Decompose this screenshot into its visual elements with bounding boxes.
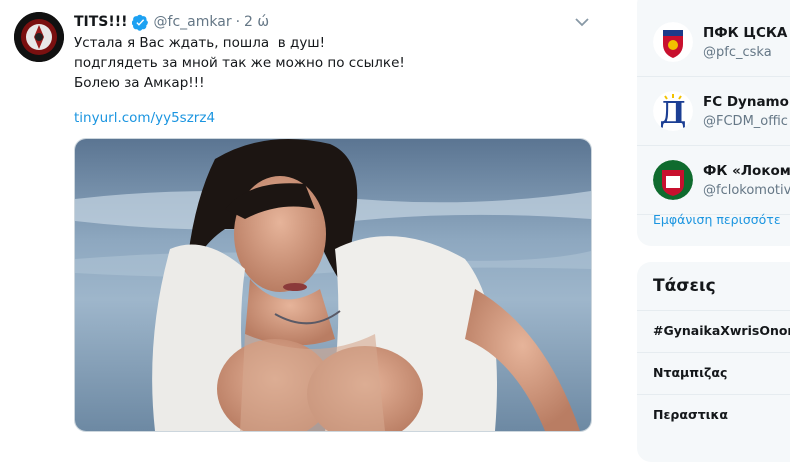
follow-suggestion[interactable]: ПФК ЦСКА @pfc_cska bbox=[637, 8, 790, 77]
verified-badge-icon bbox=[131, 14, 149, 31]
account-name: FC Dynamo bbox=[703, 94, 789, 110]
who-to-follow-card: ПФК ЦСКА @pfc_cska Д FC Dynamo @FCDM_off… bbox=[637, 0, 790, 246]
tweet-text: Устала я Вас ждать, пошла в душ! подгляд… bbox=[74, 33, 405, 93]
trends-card: Τάσεις #GynaikaXwrisOnor Νταμπιζας Περασ… bbox=[637, 262, 790, 462]
follow-suggestion[interactable]: Д FC Dynamo @FCDM_offic bbox=[637, 77, 790, 146]
account-handle: @pfc_cska bbox=[703, 45, 772, 60]
tweet-link[interactable]: tinyurl.com/yy5szrz4 bbox=[74, 110, 215, 126]
trend-label: Νταμπιζας bbox=[653, 365, 728, 380]
trend-label: #GynaikaXwrisOnor bbox=[653, 323, 790, 338]
svg-text:Д: Д bbox=[660, 96, 687, 131]
trend-item[interactable]: Νταμπιζας bbox=[637, 352, 790, 395]
tweet-media-image[interactable] bbox=[74, 138, 592, 432]
tweet-text-line: Устала я Вас ждать, пошла в душ! bbox=[74, 35, 326, 51]
trend-label: Περαστικα bbox=[653, 407, 729, 422]
tweet[interactable]: TITS!!! @fc_amkar · 2 ώ Устала я Вас жда… bbox=[0, 0, 606, 446]
dynamo-logo-icon: Д bbox=[653, 91, 693, 131]
account-name: ПФК ЦСКА bbox=[703, 25, 788, 41]
account-name: ФК «Локомо bbox=[703, 163, 790, 179]
trend-item[interactable]: #GynaikaXwrisOnor bbox=[637, 310, 790, 353]
tweet-text-line: Болею за Амкар!!! bbox=[74, 75, 205, 91]
lokomotiv-logo-icon bbox=[653, 160, 693, 200]
chevron-down-icon[interactable] bbox=[574, 14, 590, 28]
handle[interactable]: @fc_amkar bbox=[154, 14, 232, 30]
show-more-link[interactable]: Εμφάνιση περισσότε bbox=[653, 212, 781, 227]
timestamp[interactable]: 2 ώ bbox=[244, 14, 269, 30]
account-handle: @FCDM_offic bbox=[703, 114, 788, 129]
follow-suggestion[interactable]: ФК «Локомо @fclokomotiv bbox=[637, 146, 790, 215]
separator-dot: · bbox=[235, 14, 241, 30]
account-handle: @fclokomotiv bbox=[703, 183, 790, 198]
tweet-header: TITS!!! @fc_amkar · 2 ώ bbox=[74, 12, 269, 32]
tweet-text-line: подглядеть за мной так же можно по ссылк… bbox=[74, 55, 405, 71]
trends-title: Τάσεις bbox=[653, 276, 716, 296]
display-name[interactable]: TITS!!! bbox=[74, 14, 128, 30]
avatar[interactable] bbox=[14, 12, 64, 62]
cska-logo-icon bbox=[653, 22, 693, 62]
trend-item[interactable]: Περαστικα bbox=[637, 394, 790, 437]
